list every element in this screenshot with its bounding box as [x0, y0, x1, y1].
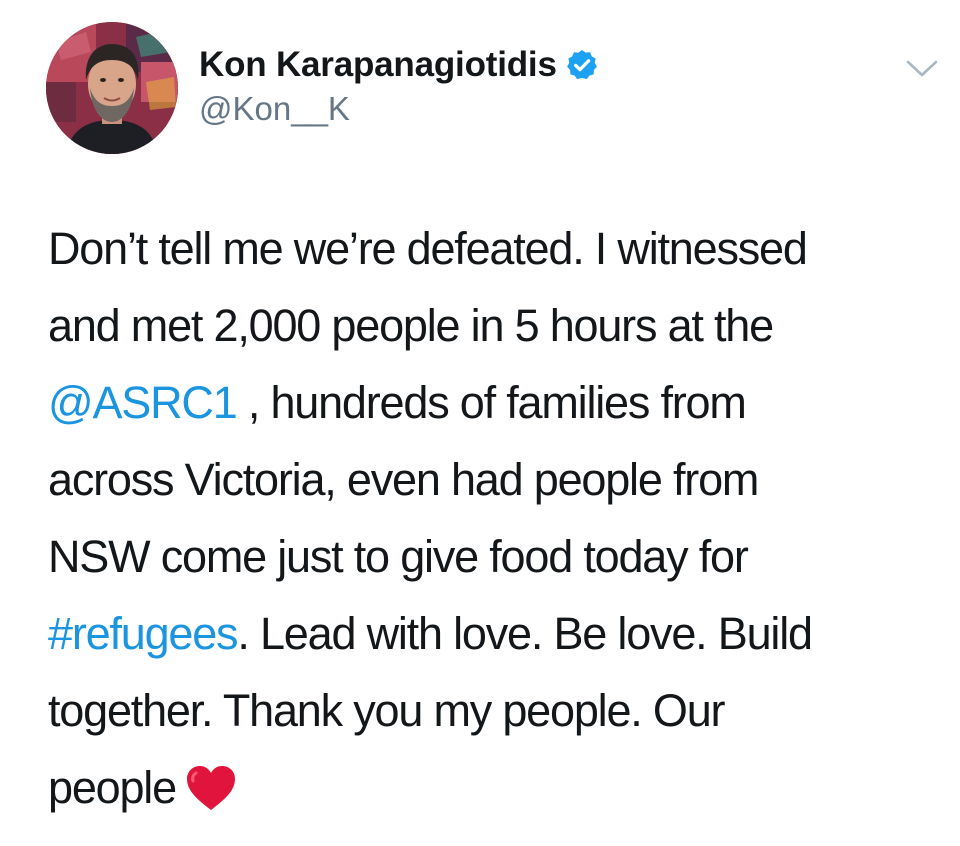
tweet-line: and met 2,000 people in 5 hours at the [48, 300, 774, 351]
chevron-down-icon[interactable] [902, 52, 942, 84]
tweet-line: Don’t tell me we’re defeated. I witnesse… [48, 223, 808, 274]
tweet-line: people [48, 749, 938, 826]
tweet-text: Don’t tell me we’re defeated. I witnesse… [48, 210, 938, 826]
author-avatar[interactable] [46, 22, 178, 154]
red-heart-icon [184, 763, 238, 813]
tweet-line: NSW come just to give food today for [48, 531, 749, 582]
hashtag-link[interactable]: #refugees [48, 608, 239, 659]
tweet-line-text: , hundreds of families from [236, 377, 747, 428]
tweet-line: @ASRC1 , hundreds of families from [48, 364, 938, 441]
tweet-card: Kon Karapanagiotidis @Kon__K Don’t tell … [0, 0, 960, 846]
tweet-line-text: people [48, 762, 177, 813]
author-handle[interactable]: @Kon__K [199, 90, 350, 128]
tweet-line: across Victoria, even had people from [48, 454, 759, 505]
mention-link[interactable]: @ASRC1 [48, 377, 238, 428]
author-name-row[interactable]: Kon Karapanagiotidis [199, 42, 599, 88]
tweet-line: together. Thank you my people. Our [48, 685, 726, 736]
tweet-line: #refugees. Lead with love. Be love. Buil… [48, 595, 938, 672]
profile-photo [46, 22, 178, 154]
verified-badge-icon [565, 48, 599, 82]
tweet-line-text: . Lead with love. Be love. Build [237, 608, 813, 659]
author-display-name[interactable]: Kon Karapanagiotidis [199, 45, 557, 85]
